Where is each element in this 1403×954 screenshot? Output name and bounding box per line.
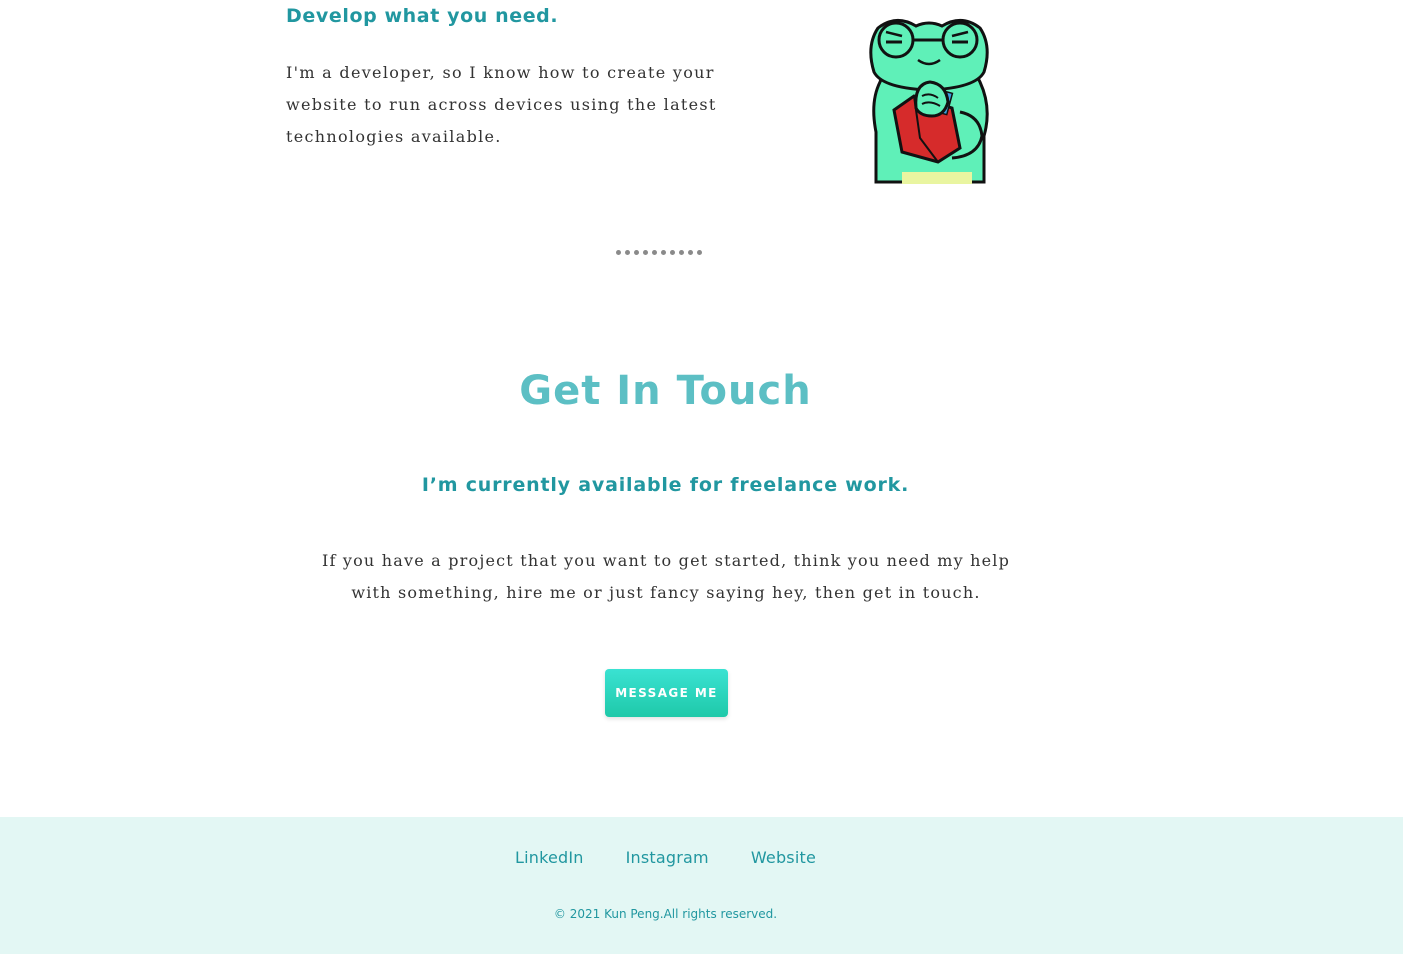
divider-dot [697, 249, 702, 255]
footer-link-instagram[interactable]: Instagram [626, 848, 709, 867]
frog-reading-book-icon [869, 19, 989, 184]
section-divider-dots [616, 244, 718, 260]
divider-dot [679, 249, 684, 255]
divider-dot [643, 249, 648, 255]
divider-dot [652, 249, 657, 255]
divider-dot [616, 249, 621, 255]
footer-links: LinkedIn Instagram Website [0, 848, 1331, 867]
page: Develop what you need. I'm a developer, … [0, 0, 1403, 954]
contact-subtitle: I’m currently available for freelance wo… [421, 474, 910, 496]
footer-link-website[interactable]: Website [751, 848, 816, 867]
footer-link-linkedin[interactable]: LinkedIn [515, 848, 584, 867]
divider-dot [670, 249, 675, 255]
message-me-button[interactable]: MESSAGE ME [605, 669, 728, 717]
divider-dot [634, 249, 639, 255]
develop-heading: Develop what you need. [286, 5, 559, 27]
divider-dot [625, 249, 630, 255]
develop-description: I'm a developer, so I know how to create… [286, 63, 717, 146]
divider-dot [661, 249, 666, 255]
divider-dot [688, 249, 693, 255]
contact-description: If you have a project that you want to g… [321, 551, 1011, 602]
footer: LinkedIn Instagram Website © 2021 Kun Pe… [0, 817, 1403, 954]
contact-title: Get In Touch [519, 368, 812, 414]
copyright: © 2021 Kun Peng.All rights reserved. [553, 907, 778, 921]
